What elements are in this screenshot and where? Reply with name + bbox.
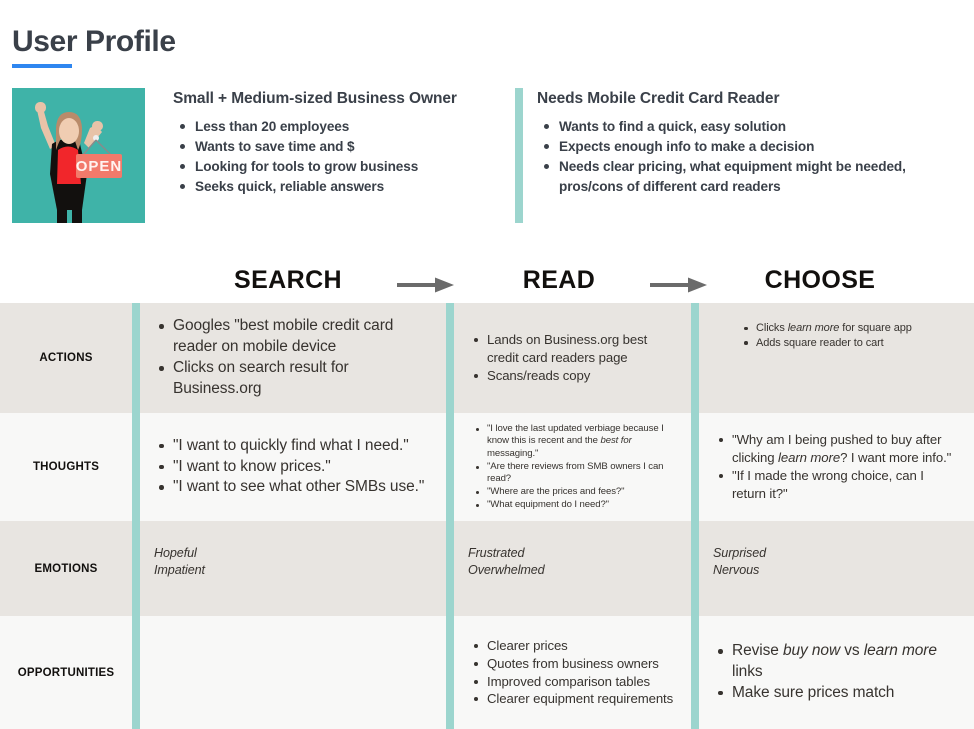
list-item: Clearer prices bbox=[474, 637, 677, 655]
list-item: Clearer equipment requirements bbox=[474, 690, 677, 708]
persona-illustration: OPEN bbox=[12, 88, 145, 223]
persona-heading-2: Needs Mobile Credit Card Reader bbox=[537, 90, 780, 107]
cell-actions-read: Lands on Business.org best credit card r… bbox=[446, 303, 691, 413]
persona-column-1: Small + Medium-sized Business Owner Less… bbox=[145, 88, 515, 223]
row-label-actions: ACTIONS bbox=[39, 352, 93, 364]
arrow-right-glyph bbox=[397, 277, 454, 293]
column-divider bbox=[446, 413, 454, 521]
stage-label-read: READ bbox=[522, 266, 596, 294]
column-divider bbox=[691, 303, 699, 413]
column-divider bbox=[132, 413, 140, 521]
row-label-thoughts: THOUGHTS bbox=[32, 461, 100, 473]
list-item: Seeks quick, reliable answers bbox=[180, 177, 515, 197]
cell-emotions-search: Hopeful Impatient bbox=[132, 521, 446, 616]
list-item: Clicks on search result for Business.org bbox=[159, 358, 432, 400]
list-item: Wants to save time and $ bbox=[180, 137, 515, 157]
cell-list: Lands on Business.org best credit card r… bbox=[468, 331, 677, 385]
list-item: "Why am I being pushed to buy after clic… bbox=[719, 431, 960, 467]
list-item: "I love the last updated verbiage becaus… bbox=[476, 423, 677, 461]
list-item: Adds square reader to cart bbox=[744, 336, 960, 351]
column-divider bbox=[446, 521, 454, 616]
table-row-opportunities: OPPORTUNITIES Clearer prices Quotes from… bbox=[0, 616, 974, 729]
persona-header: OPEN Small + Medium-sized Business Owner… bbox=[12, 88, 964, 224]
cell-emotions-choose: Surprised Nervous bbox=[691, 521, 974, 616]
svg-text:OPEN: OPEN bbox=[76, 158, 123, 175]
list-item: Lands on Business.org best credit card r… bbox=[474, 331, 677, 367]
cell-opportunities-search bbox=[132, 616, 446, 729]
list-item: Wants to find a quick, easy solution bbox=[544, 117, 964, 137]
page-title: User Profile bbox=[12, 25, 176, 58]
arrow-right-icon bbox=[650, 275, 708, 295]
persona-column-divider bbox=[515, 88, 523, 223]
stage-label-choose: CHOOSE bbox=[764, 266, 876, 294]
list-item: Expects enough info to make a decision bbox=[544, 137, 964, 157]
list-item: Improved comparison tables bbox=[474, 673, 677, 691]
persona-columns: Small + Medium-sized Business Owner Less… bbox=[145, 88, 964, 223]
stage-header-row: SEARCH READ CHOOSE bbox=[0, 266, 974, 302]
row-label-emotions: EMOTIONS bbox=[34, 562, 98, 575]
list-item: "Are there reviews from SMB owners I can… bbox=[476, 461, 677, 486]
emotion-text: Nervous bbox=[713, 563, 760, 577]
cell-list: "I want to quickly find what I need." "I… bbox=[154, 436, 432, 498]
list-item: Quotes from business owners bbox=[474, 655, 677, 673]
row-label-opportunities: OPPORTUNITIES bbox=[17, 666, 115, 679]
list-item: Looking for tools to grow business bbox=[180, 157, 515, 177]
cell-actions-search: Googles "best mobile credit card reader … bbox=[132, 303, 446, 413]
emotion-text: Hopeful bbox=[154, 546, 197, 560]
column-divider bbox=[691, 521, 699, 616]
cell-list: "I love the last updated verbiage becaus… bbox=[468, 423, 677, 512]
cell-thoughts-search: "I want to quickly find what I need." "I… bbox=[132, 413, 446, 521]
list-item: "I want to quickly find what I need." bbox=[159, 436, 432, 457]
arrow-right-icon bbox=[397, 275, 455, 295]
cell-actions-choose: Clicks learn more for square app Adds sq… bbox=[691, 303, 974, 413]
cell-thoughts-choose: "Why am I being pushed to buy after clic… bbox=[691, 413, 974, 521]
list-item: Needs clear pricing, what equipment migh… bbox=[544, 157, 964, 197]
list-item: "I want to see what other SMBs use." bbox=[159, 477, 432, 498]
persona-heading-1: Small + Medium-sized Business Owner bbox=[173, 90, 457, 107]
cell-list: Revise buy now vs learn more links Make … bbox=[713, 641, 960, 703]
journey-grid: ACTIONS Googles "best mobile credit card… bbox=[0, 303, 974, 729]
emotion-text: Impatient bbox=[154, 563, 205, 577]
list-item: Make sure prices match bbox=[718, 683, 960, 704]
table-row-thoughts: THOUGHTS "I want to quickly find what I … bbox=[0, 413, 974, 521]
table-row-actions: ACTIONS Googles "best mobile credit card… bbox=[0, 303, 974, 413]
cell-list: "Why am I being pushed to buy after clic… bbox=[713, 431, 960, 503]
column-divider bbox=[691, 616, 699, 729]
emotion-text: Frustrated bbox=[468, 546, 525, 560]
column-divider bbox=[446, 616, 454, 729]
page-title-block: User Profile bbox=[12, 26, 176, 68]
column-divider bbox=[132, 616, 140, 729]
user-journey-map: User Profile OPEN Small + Medium-sized B… bbox=[0, 0, 974, 729]
list-item: Revise buy now vs learn more links bbox=[718, 641, 960, 683]
cell-list: Googles "best mobile credit card reader … bbox=[154, 316, 432, 399]
list-item: Scans/reads copy bbox=[474, 367, 677, 385]
persona-bullets-1: Less than 20 employees Wants to save tim… bbox=[173, 117, 515, 197]
list-item: Clicks learn more for square app bbox=[744, 321, 960, 336]
persona-bullets-2: Wants to find a quick, easy solution Exp… bbox=[537, 117, 964, 197]
emotion-text: Overwhelmed bbox=[468, 563, 545, 577]
woman-with-open-sign-icon: OPEN bbox=[12, 88, 145, 223]
list-item: "Where are the prices and fees?" bbox=[476, 486, 677, 499]
column-divider bbox=[691, 413, 699, 521]
emotion-text: Surprised bbox=[713, 546, 766, 560]
list-item: Less than 20 employees bbox=[180, 117, 515, 137]
cell-list: Clicks learn more for square app Adds sq… bbox=[737, 321, 960, 350]
column-divider bbox=[132, 303, 140, 413]
arrow-right-glyph bbox=[650, 277, 707, 293]
stage-label-search: SEARCH bbox=[234, 266, 342, 294]
list-item: "What equipment do I need?" bbox=[476, 499, 677, 512]
list-item: "If I made the wrong choice, can I retur… bbox=[719, 467, 960, 503]
cell-emotions-read: Frustrated Overwhelmed bbox=[446, 521, 691, 616]
cell-list: Clearer prices Quotes from business owne… bbox=[468, 637, 677, 709]
list-item: "I want to know prices." bbox=[159, 457, 432, 478]
title-underline bbox=[12, 63, 72, 68]
table-row-emotions: EMOTIONS Hopeful Impatient Frustrated Ov… bbox=[0, 521, 974, 616]
cell-opportunities-read: Clearer prices Quotes from business owne… bbox=[446, 616, 691, 729]
column-divider bbox=[132, 521, 140, 616]
list-item: Googles "best mobile credit card reader … bbox=[159, 316, 432, 358]
cell-opportunities-choose: Revise buy now vs learn more links Make … bbox=[691, 616, 974, 729]
cell-thoughts-read: "I love the last updated verbiage becaus… bbox=[446, 413, 691, 521]
persona-column-2: Needs Mobile Credit Card Reader Wants to… bbox=[515, 88, 964, 223]
column-divider bbox=[446, 303, 454, 413]
